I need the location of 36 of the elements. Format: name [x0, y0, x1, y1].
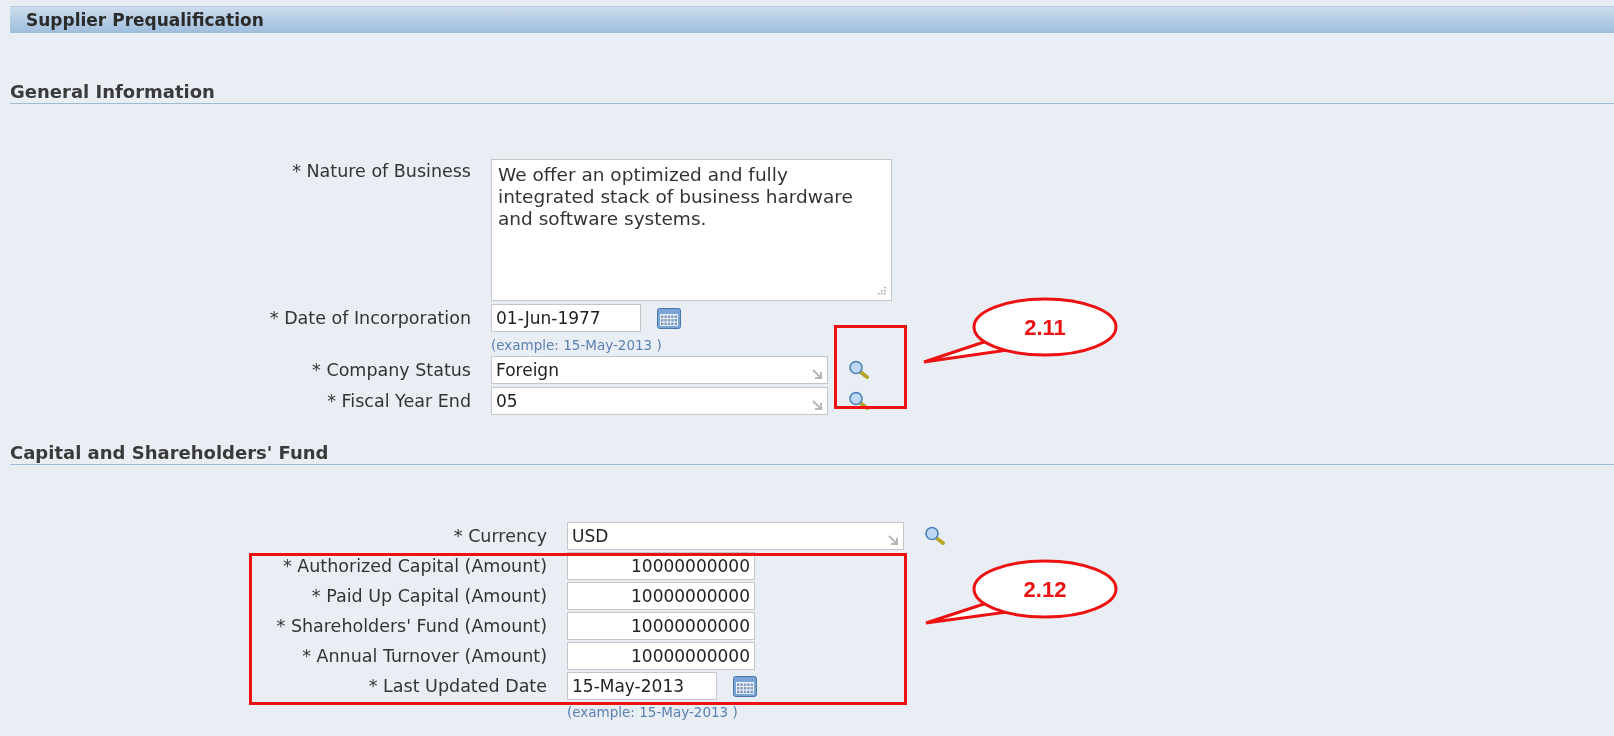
calendar-icon[interactable] [657, 307, 681, 329]
search-icon[interactable] [924, 526, 946, 546]
lookup-field[interactable]: Foreign [491, 356, 828, 384]
field-label: * Last Updated Date [368, 676, 547, 696]
amount-field[interactable]: 10000000000 [567, 612, 755, 640]
section-heading: General Information [10, 78, 1614, 104]
date-field[interactable]: 01-Jun-1977 [491, 304, 641, 332]
format-hint: (example: 15-May-2013 ) [567, 704, 738, 720]
format-hint: (example: 15-May-2013 ) [491, 337, 662, 353]
corner-arrow-icon [812, 400, 823, 411]
field-label: * Company Status [312, 360, 471, 380]
field-label: * Fiscal Year End [327, 391, 471, 411]
search-icon[interactable] [848, 360, 870, 380]
resize-grip-icon[interactable] [877, 286, 886, 295]
field-label: * Currency [453, 526, 547, 546]
page-title-bar: Supplier Prequalification [10, 6, 1614, 33]
field-label: * Shareholders' Fund (Amount) [276, 616, 547, 636]
amount-field[interactable]: 10000000000 [567, 552, 755, 580]
field-label: * Nature of Business [292, 160, 471, 181]
section-heading: Capital and Shareholders' Fund [10, 439, 1614, 465]
amount-field[interactable]: 10000000000 [567, 642, 755, 670]
corner-arrow-icon [888, 535, 899, 546]
lookup-field[interactable]: 05 [491, 387, 828, 415]
field-label: * Date of Incorporation [269, 308, 471, 328]
field-label: * Annual Turnover (Amount) [302, 646, 547, 666]
field-label: * Authorized Capital (Amount) [282, 556, 547, 576]
callout-label: 2.12 [1023, 577, 1067, 602]
corner-arrow-icon [812, 369, 823, 380]
calendar-icon[interactable] [733, 675, 757, 697]
date-field[interactable]: 15-May-2013 [567, 672, 717, 700]
search-icon[interactable] [848, 391, 870, 411]
text-area[interactable]: We offer an optimized and fully integrated stack of business hardware and software systems. [491, 159, 892, 301]
callout-label: 2.11 [1024, 315, 1066, 340]
amount-field[interactable]: 10000000000 [567, 582, 755, 610]
lookup-field[interactable]: USD [567, 522, 904, 550]
field-label: * Paid Up Capital (Amount) [311, 586, 547, 606]
